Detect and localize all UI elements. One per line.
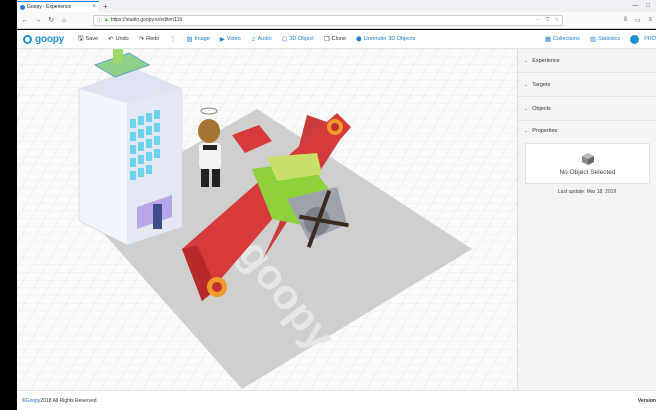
video-label: Video — [226, 36, 241, 42]
menu-icon[interactable]: ≡ — [648, 17, 652, 24]
undo-icon: ↶ — [108, 36, 114, 43]
unrender-3d-objects-button[interactable]: ⬢ Unrender 3D Objects — [356, 35, 415, 43]
reload-icon[interactable]: ↻ — [47, 16, 55, 24]
bookmark-star-icon[interactable]: ☆ — [555, 17, 559, 23]
back-arrow-icon[interactable]: ← — [21, 17, 29, 24]
add-image-button[interactable]: ▨ Image — [186, 35, 209, 43]
browser-tab[interactable]: Goopy - Experience × — [17, 1, 99, 12]
inspector-panel: ⌄ Experience ⌄ Targets ⌄ Objects ⌄ Prope… — [517, 49, 656, 390]
audio-label: Audio — [257, 36, 272, 42]
cube-icon — [581, 152, 594, 165]
lock-icon[interactable]: 🔒︎ — [105, 17, 108, 23]
undo-label: Undo — [115, 36, 129, 42]
add-video-button[interactable]: ▶︎ Video — [220, 35, 241, 43]
chevron-down-icon: ⌄ — [524, 81, 529, 88]
pro-label: PRO — [644, 36, 656, 42]
redo-button[interactable]: ↷ Redo — [139, 35, 160, 43]
no-object-selected-text: No Object Selected — [559, 168, 616, 176]
section-objects[interactable]: ⌄ Objects — [518, 97, 656, 121]
chevron-down-icon: ⌄ — [524, 128, 529, 134]
clone-button[interactable]: ❐ Clone — [324, 35, 346, 43]
properties-empty-state: No Object Selected — [525, 143, 650, 184]
url-bar[interactable]: ⓘ 🔒︎ https://studio.goopy.io/editor/119 … — [93, 14, 563, 26]
grid-icon: ▦ — [544, 36, 551, 43]
section-properties[interactable]: ⌄ Properties — [518, 121, 656, 141]
library-icon[interactable]: ⫴ — [624, 17, 627, 24]
tab-title: Goopy - Experience — [27, 4, 72, 10]
tab-close-icon[interactable]: × — [92, 4, 96, 10]
section-title: Properties — [532, 128, 558, 134]
page-actions-icon[interactable]: ··· — [536, 17, 541, 23]
cube-icon: ⬡ — [281, 36, 288, 43]
section-experience[interactable]: ⌄ Experience — [518, 49, 656, 73]
new-tab-button[interactable]: + — [103, 2, 108, 12]
3d-object-label: 3D Object — [289, 36, 314, 42]
headphones-icon: ♫ — [250, 35, 256, 43]
maximize-icon[interactable]: □ — [646, 3, 650, 9]
section-title: Experience — [532, 57, 560, 64]
footer: © Goopy 2018 All Rights Reserved. Versio… — [17, 390, 656, 410]
home-icon[interactable]: ⌂ — [60, 17, 68, 24]
save-button[interactable]: 🖫 Save — [78, 34, 98, 45]
collections-label: Collections — [553, 36, 580, 42]
bar-chart-icon: ▥ — [589, 36, 597, 43]
redo-label: Redo — [146, 36, 160, 42]
statistics-button[interactable]: ▥ Statistics — [590, 35, 620, 43]
play-circle-icon: ▶︎ — [219, 36, 225, 43]
section-title: Objects — [532, 105, 551, 112]
browser-tab-bar: Goopy - Experience × + — □ — [17, 0, 656, 12]
clone-label: Clone — [331, 36, 347, 42]
goopy-favicon-icon — [20, 4, 25, 10]
url-actions: ··· ⛉ ☆ — [536, 17, 559, 23]
chevron-down-icon: ⌄ — [524, 105, 529, 112]
browser-toolbar-right: ⫴ ▭ ≡ — [624, 17, 652, 24]
collections-button[interactable]: ▦ Collections — [545, 35, 580, 43]
unrender-label: Unrender 3D Objects — [363, 36, 416, 42]
more-options-icon[interactable]: ⋮ — [169, 35, 176, 43]
url-text[interactable]: https://studio.goopy.io/editor/119 — [111, 17, 533, 23]
cubes-icon: ⬢ — [356, 36, 362, 43]
goopy-link[interactable]: Goopy — [26, 398, 41, 404]
goopy-logo-text: goopy — [35, 33, 64, 45]
image-label: Image — [194, 36, 210, 42]
goopy-logo[interactable]: goopy — [23, 34, 64, 45]
save-label: Save — [85, 36, 99, 42]
pro-button[interactable]: PRO — [630, 34, 656, 44]
copyright-text: 2018 All Rights Reserved. — [40, 397, 98, 404]
toolbar-right: ▦ Collections ▥ Statistics PRO — [545, 34, 656, 44]
sidebar-icon[interactable]: ▭ — [635, 17, 641, 24]
info-icon[interactable]: ⓘ — [97, 17, 102, 24]
section-title: Targets — [532, 81, 551, 88]
editor-toolbar: goopy 🖫 Save ↶ Undo ↷ Redo ⋮ ▨ Image ▶︎ … — [17, 30, 656, 49]
image-icon: ▨ — [186, 36, 193, 43]
statistics-label: Statistics — [598, 36, 621, 42]
section-targets[interactable]: ⌄ Targets — [518, 73, 656, 97]
version-text: Version — [637, 397, 656, 404]
chevron-down-icon: ⌄ — [524, 57, 529, 64]
last-update-text: Last update: Mar 18, 2019 — [557, 189, 617, 195]
browser-nav-bar: ← → ↻ ⌂ ⓘ 🔒︎ https://studio.goopy.io/edi… — [17, 12, 656, 29]
scene-canvas[interactable]: goopy — [17, 49, 517, 390]
window-controls: — □ — [632, 0, 656, 12]
pocket-icon[interactable]: ⛉ — [546, 17, 550, 23]
add-audio-button[interactable]: ♫ Audio — [251, 36, 272, 43]
minimize-icon[interactable]: — — [632, 3, 638, 9]
floppy-disk-icon: 🖫 — [78, 34, 84, 42]
goopy-logo-icon — [23, 34, 32, 44]
undo-button[interactable]: ↶ Undo — [108, 35, 129, 43]
clone-icon: ❐ — [323, 36, 330, 43]
pro-icon — [630, 34, 640, 44]
add-3d-object-button[interactable]: ⬡ 3D Object — [282, 35, 314, 43]
3d-viewport[interactable]: goopy — [17, 49, 517, 390]
forward-arrow-icon[interactable]: → — [34, 17, 42, 24]
redo-icon: ↷ — [138, 36, 145, 43]
